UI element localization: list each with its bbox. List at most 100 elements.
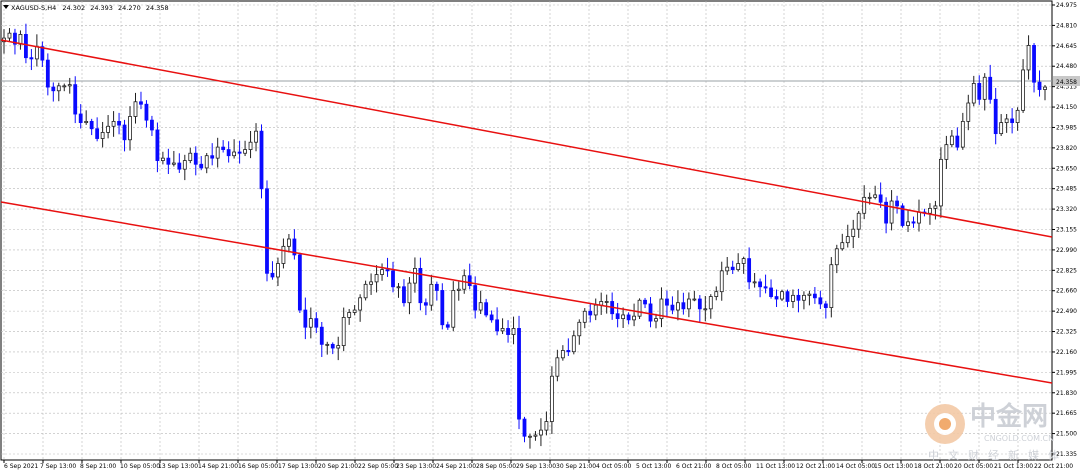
x-tick-label: 22 Sep 05:00 [358, 463, 398, 470]
candle-body [780, 291, 784, 300]
candle-body [29, 57, 34, 60]
candle-body [380, 269, 384, 275]
candle-body [845, 236, 850, 244]
candle-body [588, 310, 593, 316]
candle-body [840, 242, 845, 250]
candle-body [166, 157, 171, 165]
candle-body [259, 130, 264, 190]
candle-body [237, 151, 242, 154]
candle-body [812, 293, 817, 299]
candle-body [933, 205, 938, 209]
candle-body [993, 98, 998, 135]
candle-body [111, 120, 116, 127]
candle-body [122, 124, 127, 141]
x-tick-label: 5 Oct 13:00 [636, 463, 671, 470]
x-tick-label: 6 Sep 2021 [4, 463, 38, 470]
candle-body [730, 266, 735, 271]
candle-body [878, 194, 883, 203]
candle-body [325, 343, 330, 346]
candle-body [785, 291, 790, 302]
candle-body [549, 375, 554, 422]
candle-body [560, 350, 565, 359]
candle-body [665, 298, 669, 306]
candle-body [413, 267, 417, 284]
candle-body [522, 418, 527, 437]
candle-body [566, 350, 571, 353]
candle-body [758, 281, 762, 288]
candle-body [719, 270, 724, 293]
candle-body [402, 286, 406, 304]
chart-background [0, 0, 1080, 473]
candle-body [971, 83, 976, 104]
candle-body [966, 102, 971, 122]
y-tick-label: 22.990 [1056, 247, 1077, 254]
candle-body [955, 135, 960, 148]
y-tick-label: 22.825 [1056, 267, 1077, 274]
candle-body [889, 200, 894, 224]
candle-body [276, 263, 280, 278]
candle-body [7, 32, 12, 39]
candle-body [319, 326, 324, 345]
svg-text:中金网: 中金网 [970, 401, 1048, 432]
x-tick-label: 11 Oct 13:00 [756, 463, 795, 470]
candle-body [528, 435, 532, 438]
candle-body [604, 301, 609, 303]
candle-body [243, 149, 247, 154]
candle-body [796, 294, 801, 301]
price-chart: 24.97524.81024.64524.48024.31524.15023.9… [0, 0, 1080, 473]
x-tick-label: 14 Oct 05:00 [836, 463, 875, 470]
candle-body [829, 264, 834, 309]
candle-body [51, 86, 56, 92]
x-tick-label: 22 Oct 21:00 [1034, 463, 1073, 470]
candle-body [352, 309, 357, 313]
candle-body [248, 141, 253, 150]
y-tick-label: 23.485 [1056, 186, 1077, 193]
candle-body [24, 34, 28, 59]
candle-body [391, 270, 395, 288]
candle-body [928, 207, 932, 214]
candle-body [308, 318, 313, 328]
candle-body [456, 288, 461, 291]
candle-body [1010, 118, 1015, 124]
y-tick-label: 23.155 [1056, 227, 1077, 234]
candle-body [177, 162, 182, 170]
high-value: 24.393 [90, 4, 113, 12]
candle-body [637, 299, 642, 317]
candle-body [539, 429, 543, 436]
y-tick-label: 24.975 [1056, 2, 1077, 9]
x-tick-label: 13 Sep 13:00 [158, 463, 198, 470]
candle-body [506, 328, 510, 335]
x-tick-label: 24 Sep 21:00 [436, 463, 476, 470]
candle-body [621, 314, 626, 320]
candle-body [676, 302, 680, 311]
candle-body [654, 318, 658, 322]
candle-body [555, 357, 560, 377]
candle-body [144, 103, 149, 121]
candle-body [221, 146, 226, 150]
svg-text:CNGOLD.COM.CN: CNGOLD.COM.CN [984, 434, 1054, 443]
y-tick-label: 23.820 [1056, 145, 1077, 152]
candle-body [944, 144, 949, 160]
candle-body [45, 59, 50, 88]
candle-body [363, 283, 368, 299]
candle-body [385, 269, 390, 272]
candle-body [736, 263, 741, 271]
y-tick-label: 24.645 [1056, 43, 1077, 50]
candle-body [314, 318, 319, 328]
candle-body [582, 310, 587, 323]
x-tick-label: 17 Sep 13:00 [278, 463, 318, 470]
candle-body [703, 308, 708, 311]
candle-body [626, 314, 631, 321]
current-price-label: 24.358 [1056, 79, 1077, 86]
y-tick-label: 24.480 [1056, 63, 1077, 70]
candle-body [648, 303, 653, 322]
candle-body [193, 152, 198, 165]
low-value: 24.270 [118, 4, 141, 12]
candle-body [834, 248, 839, 266]
candle-body [434, 283, 439, 291]
candle-body [1037, 81, 1042, 90]
candle-body [791, 294, 795, 302]
candle-body [1026, 45, 1031, 71]
y-tick-label: 23.320 [1056, 206, 1077, 213]
candle-body [982, 76, 987, 100]
